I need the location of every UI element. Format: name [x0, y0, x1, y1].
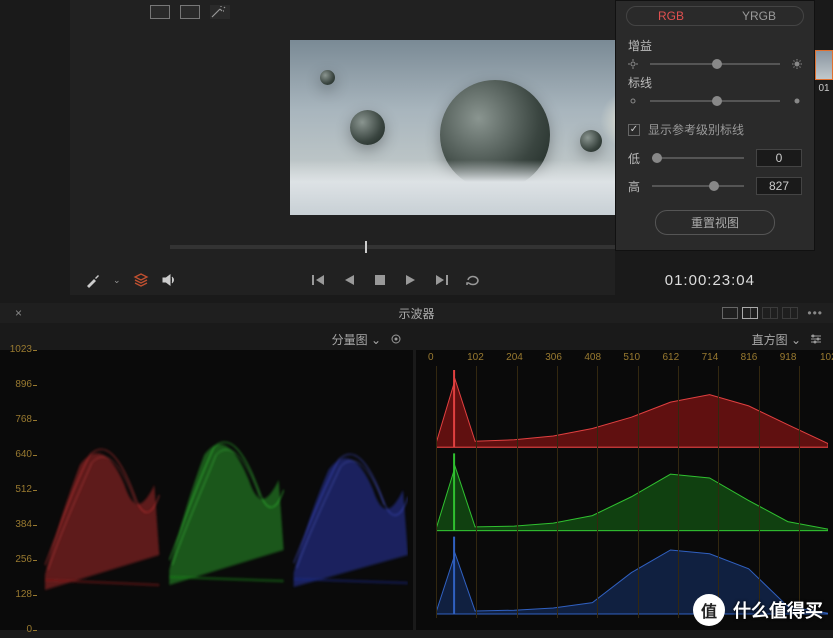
play-reverse-icon[interactable]	[341, 272, 357, 288]
close-icon[interactable]: ×	[15, 306, 22, 320]
tab-rgb[interactable]: RGB	[627, 7, 715, 25]
sphere-small	[350, 110, 385, 145]
low-label: 低	[628, 150, 640, 167]
yaxis-tick-label: 512	[15, 484, 32, 495]
low-slider[interactable]	[652, 157, 744, 159]
view-mode-icon-1[interactable]	[150, 5, 170, 19]
xaxis-tick-label: 306	[545, 352, 562, 363]
gear-icon[interactable]	[389, 332, 403, 346]
clip-thumbnail-label: 01	[815, 82, 833, 95]
eyedropper-icon[interactable]	[85, 272, 101, 288]
high-label: 高	[628, 178, 640, 195]
viewer-timeline[interactable]	[170, 245, 675, 249]
timecode-display[interactable]: 01:00:23:04	[665, 272, 755, 289]
view-mode-icon-2[interactable]	[180, 5, 200, 19]
chevron-down-icon[interactable]: ⌄	[113, 275, 121, 286]
skip-forward-icon[interactable]	[434, 272, 450, 288]
histogram-xaxis: 01022043064085106127148169181023	[436, 352, 828, 366]
transport-bar: ⌄ 01:00:23:04	[85, 265, 815, 295]
gain-label: 增益	[616, 31, 814, 54]
gain-slider[interactable]	[650, 63, 780, 65]
yaxis-tick-label: 768	[15, 414, 32, 425]
show-reference-checkbox[interactable]: ✓	[628, 124, 640, 136]
watermark-badge: 值	[693, 594, 725, 626]
playhead-icon[interactable]	[365, 241, 367, 253]
brightness-high-icon	[792, 96, 802, 106]
skip-back-icon[interactable]	[310, 272, 326, 288]
xaxis-tick-label: 1023	[820, 352, 833, 363]
marker-slider[interactable]	[650, 100, 780, 102]
yaxis-tick-label: 384	[15, 519, 32, 530]
histogram-mode-dropdown[interactable]: 直方图 ⌄	[752, 331, 801, 348]
xaxis-tick-label: 204	[506, 352, 523, 363]
stop-icon[interactable]	[372, 272, 388, 288]
yaxis-tick-label: 256	[15, 554, 32, 565]
parade-mode-dropdown[interactable]: 分量图 ⌄	[332, 331, 381, 348]
xaxis-tick-label: 510	[623, 352, 640, 363]
watermark-text: 什么值得买	[733, 597, 823, 623]
yaxis-tick-label: 0	[26, 624, 32, 635]
marker-label: 标线	[616, 74, 814, 91]
brightness-low-icon	[628, 96, 638, 106]
yaxis-tick-label: 896	[15, 379, 32, 390]
loop-icon[interactable]	[465, 272, 481, 288]
xaxis-tick-label: 918	[780, 352, 797, 363]
layout-4up-icon[interactable]	[762, 307, 778, 319]
xaxis-tick-label: 714	[702, 352, 719, 363]
histogram-subheader: 直方图 ⌄	[416, 328, 833, 350]
xaxis-tick-label: 408	[584, 352, 601, 363]
high-slider[interactable]	[652, 185, 744, 187]
viewer-panel	[70, 0, 615, 295]
xaxis-tick-label: 102	[467, 352, 484, 363]
parade-scope[interactable]: 10238967686405123842561280	[0, 350, 413, 630]
settings-icon[interactable]	[809, 332, 823, 346]
histogram-canvas	[436, 368, 828, 618]
watermark: 值 什么值得买	[693, 594, 823, 626]
layout-2up-icon[interactable]	[742, 307, 758, 319]
chevron-down-icon: ⌄	[371, 333, 381, 347]
scopes-settings-panel: RGB YRGB 增益 标线 ✓ 显示参考级别标线 低 0 高 827 重置视图	[615, 0, 815, 251]
reset-view-button[interactable]: 重置视图	[655, 210, 775, 235]
sphere-small	[580, 130, 602, 152]
speaker-icon[interactable]	[161, 272, 177, 288]
histogram-scope[interactable]: 0 102 204 306 408 510 612 714 816 918 1023	[416, 350, 833, 630]
parade-subheader: 分量图 ⌄	[0, 328, 413, 350]
layout-1up-icon[interactable]	[722, 307, 738, 319]
yaxis-tick-label: 1023	[10, 344, 32, 355]
magic-wand-icon[interactable]	[210, 5, 230, 19]
yaxis-tick-label: 640	[15, 449, 32, 460]
xaxis-tick-label: 0	[428, 352, 434, 363]
high-value[interactable]: 827	[756, 177, 802, 195]
scopes-header: × 示波器 •••	[0, 303, 833, 323]
scopes-layout-buttons	[722, 307, 798, 319]
brightness-low-icon	[628, 59, 638, 69]
chevron-down-icon: ⌄	[791, 333, 801, 347]
low-value[interactable]: 0	[756, 149, 802, 167]
viewer-toolbar	[150, 5, 230, 19]
xaxis-tick-label: 612	[663, 352, 680, 363]
xaxis-tick-label: 816	[741, 352, 758, 363]
clip-thumbnail-strip: 01	[815, 50, 833, 95]
color-mode-tabs: RGB YRGB	[626, 6, 804, 26]
play-icon[interactable]	[403, 272, 419, 288]
layout-grid-icon[interactable]	[782, 307, 798, 319]
brightness-high-icon	[792, 59, 802, 69]
scopes-title: 示波器	[398, 305, 434, 322]
layers-icon[interactable]	[133, 272, 149, 288]
parade-canvas	[40, 355, 408, 620]
show-reference-label: 显示参考级别标线	[648, 121, 744, 138]
clip-thumbnail[interactable]	[815, 50, 833, 80]
more-icon[interactable]: •••	[807, 306, 823, 320]
sphere-small	[320, 70, 335, 85]
yaxis-tick-label: 128	[15, 589, 32, 600]
tab-yrgb[interactable]: YRGB	[715, 7, 803, 25]
parade-yaxis: 10238967686405123842561280	[4, 350, 34, 630]
